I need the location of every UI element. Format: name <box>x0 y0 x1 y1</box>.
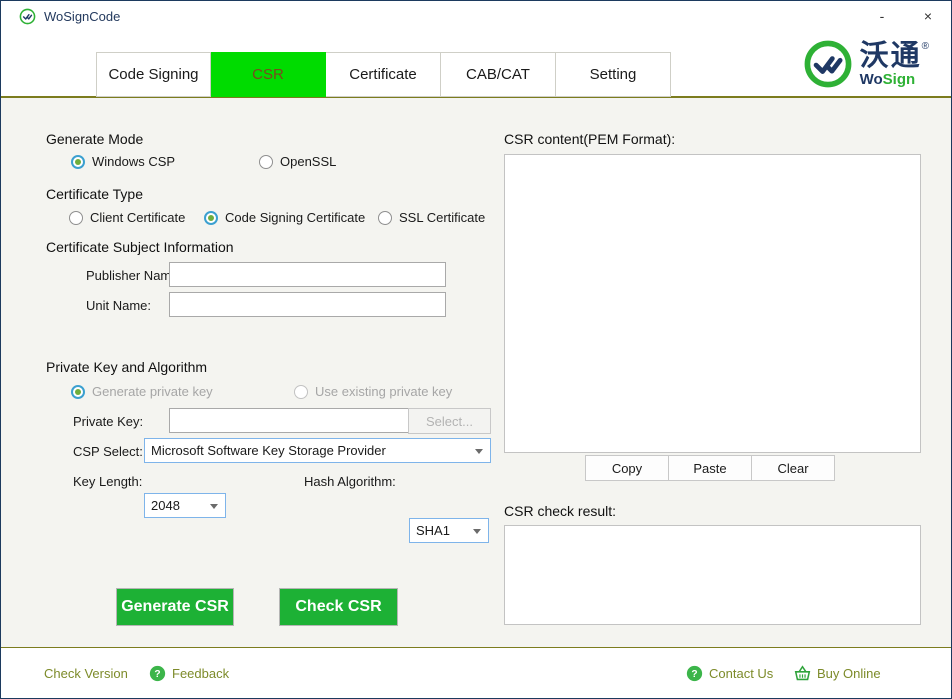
main-panel: Generate Mode Windows CSP OpenSSL Certif… <box>1 98 951 647</box>
window-title: WoSignCode <box>44 9 120 24</box>
logo-sign-text: Sign <box>883 71 916 88</box>
tab-strip: Code Signing CSR Certificate CAB/CAT Set… <box>96 52 671 97</box>
buy-online-link[interactable]: Buy Online <box>794 648 881 699</box>
chevron-down-icon <box>210 504 218 509</box>
clear-button[interactable]: Clear <box>751 455 835 481</box>
csr-check-result-textarea[interactable] <box>504 525 921 625</box>
radio-ssl-certificate-label: SSL Certificate <box>399 210 485 225</box>
radio-generate-private-key-label: Generate private key <box>92 384 213 399</box>
key-length-label: Key Length: <box>73 474 142 489</box>
unit-name-input[interactable] <box>169 292 446 317</box>
app-logo-icon <box>19 8 36 25</box>
generate-csr-button[interactable]: Generate CSR <box>116 588 234 626</box>
feedback-link[interactable]: ? Feedback <box>149 648 229 699</box>
close-button[interactable]: × <box>905 1 951 31</box>
csp-select-dropdown[interactable]: Microsoft Software Key Storage Provider <box>144 438 491 463</box>
certificate-type-title: Certificate Type <box>46 186 143 202</box>
csr-content-textarea[interactable] <box>504 154 921 453</box>
radio-openssl[interactable]: OpenSSL <box>259 154 336 169</box>
radio-ssl-certificate-icon <box>378 211 392 225</box>
wosign-logo-icon <box>802 38 854 90</box>
tab-code-signing[interactable]: Code Signing <box>96 52 211 97</box>
radio-windows-csp-label: Windows CSP <box>92 154 175 169</box>
radio-use-existing-private-key[interactable]: Use existing private key <box>294 384 452 399</box>
csp-select-label: CSP Select: <box>73 444 143 459</box>
contact-us-link[interactable]: ? Contact Us <box>686 648 773 699</box>
tab-cab-cat[interactable]: CAB/CAT <box>441 52 556 97</box>
tab-setting[interactable]: Setting <box>556 52 671 97</box>
radio-code-signing-certificate-label: Code Signing Certificate <box>225 210 365 225</box>
hash-algorithm-value: SHA1 <box>416 523 450 538</box>
csr-check-result-label: CSR check result: <box>504 503 616 519</box>
logo-wo-text: Wo <box>860 71 883 88</box>
contact-us-label: Contact Us <box>709 666 773 681</box>
check-csr-button[interactable]: Check CSR <box>279 588 398 626</box>
radio-ssl-certificate[interactable]: SSL Certificate <box>378 210 485 225</box>
unit-name-label: Unit Name: <box>86 298 151 313</box>
select-private-key-button[interactable]: Select... <box>408 408 491 434</box>
key-length-value: 2048 <box>151 498 180 513</box>
radio-windows-csp[interactable]: Windows CSP <box>71 154 175 169</box>
publisher-name-input[interactable] <box>169 262 446 287</box>
svg-text:?: ? <box>691 669 697 680</box>
check-version-label: Check Version <box>44 666 128 681</box>
minimize-button[interactable]: - <box>859 1 905 31</box>
wosign-logo: 沃通® WoSign <box>802 38 929 90</box>
radio-generate-private-key-icon <box>71 385 85 399</box>
hash-algorithm-dropdown[interactable]: SHA1 <box>409 518 489 543</box>
private-key-title: Private Key and Algorithm <box>46 359 207 375</box>
radio-client-certificate[interactable]: Client Certificate <box>69 210 185 225</box>
tab-certificate[interactable]: Certificate <box>326 52 441 97</box>
radio-openssl-icon <box>259 155 273 169</box>
radio-generate-private-key[interactable]: Generate private key <box>71 384 213 399</box>
radio-use-existing-private-key-label: Use existing private key <box>315 384 452 399</box>
radio-use-existing-private-key-icon <box>294 385 308 399</box>
hash-algorithm-label: Hash Algorithm: <box>304 474 396 489</box>
publisher-name-label: Publisher Name: <box>86 268 182 283</box>
question-circle-icon: ? <box>686 665 703 682</box>
radio-code-signing-certificate[interactable]: Code Signing Certificate <box>204 210 365 225</box>
shopping-basket-icon <box>794 665 811 682</box>
footer-bar: Check Version ? Feedback ? Contact Us Bu… <box>1 647 951 698</box>
csp-select-value: Microsoft Software Key Storage Provider <box>151 443 386 458</box>
logo-cn-text: 沃通 <box>860 40 922 72</box>
tab-csr[interactable]: CSR <box>211 52 326 97</box>
key-length-dropdown[interactable]: 2048 <box>144 493 226 518</box>
svg-text:?: ? <box>154 669 160 680</box>
radio-client-certificate-icon <box>69 211 83 225</box>
radio-openssl-label: OpenSSL <box>280 154 336 169</box>
csr-content-label: CSR content(PEM Format): <box>504 131 675 147</box>
copy-button[interactable]: Copy <box>585 455 669 481</box>
app-window: WoSignCode - × Code Signing CSR Certific… <box>0 0 952 699</box>
feedback-label: Feedback <box>172 666 229 681</box>
generate-mode-title: Generate Mode <box>46 131 143 147</box>
logo-registered-mark: ® <box>922 41 929 52</box>
radio-windows-csp-icon <box>71 155 85 169</box>
radio-code-signing-certificate-icon <box>204 211 218 225</box>
question-circle-icon: ? <box>149 665 166 682</box>
title-bar: WoSignCode - × <box>1 1 951 31</box>
subject-info-title: Certificate Subject Information <box>46 239 234 255</box>
paste-button[interactable]: Paste <box>668 455 752 481</box>
buy-online-label: Buy Online <box>817 666 881 681</box>
chevron-down-icon <box>473 529 481 534</box>
tab-bar: Code Signing CSR Certificate CAB/CAT Set… <box>1 31 951 98</box>
private-key-label: Private Key: <box>73 414 143 429</box>
private-key-input[interactable] <box>169 408 409 433</box>
radio-client-certificate-label: Client Certificate <box>90 210 185 225</box>
check-version-link[interactable]: Check Version <box>44 648 128 699</box>
chevron-down-icon <box>475 449 483 454</box>
csr-button-row: Copy Paste Clear <box>586 455 835 481</box>
